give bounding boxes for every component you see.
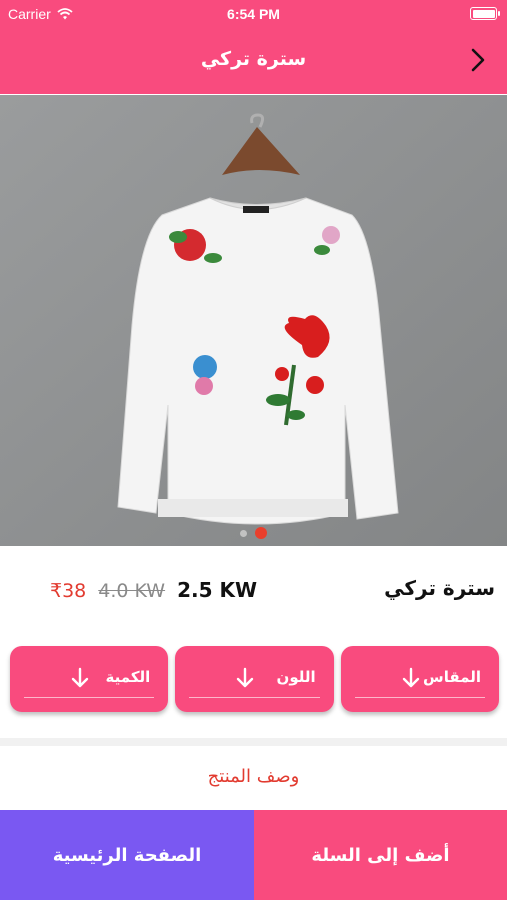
size-select[interactable]: المقاس [340,646,499,712]
sweatshirt-photo [0,95,507,546]
chevron-right-icon [471,48,485,72]
back-button[interactable] [465,46,491,74]
color-select[interactable]: اللون [175,646,334,712]
color-label: اللون [276,668,316,686]
options-row: الكمية اللون المقاس [10,646,499,712]
battery-icon [470,7,500,20]
price-original: 4.0 KW [98,580,166,602]
price-current: 2.5 KW [177,578,258,602]
price-group: ₹38 4.0 KW 2.5 KW [50,578,257,602]
arrow-down-icon [402,667,419,688]
carousel-dot-active[interactable] [255,527,267,539]
nav-bar: سترة تركي [0,28,507,94]
add-to-cart-button[interactable]: أضف إلى السلة [254,810,507,900]
product-summary: سترة تركي ₹38 4.0 KW 2.5 KW [0,556,507,622]
product-name: سترة تركي [384,576,495,600]
bottom-action-bar: الصفحة الرئيسية أضف إلى السلة [0,810,507,900]
carousel-indicator[interactable] [0,527,507,539]
arrow-down-icon [237,667,254,688]
price-rupee: ₹38 [50,580,87,602]
size-label: المقاس [423,668,481,686]
home-button[interactable]: الصفحة الرئيسية [0,810,254,900]
status-time: 6:54 PM [227,6,280,22]
status-bar: Carrier 6:54 PM [0,0,507,28]
arrow-down-icon [71,667,89,688]
carousel-dot[interactable] [240,530,247,537]
quantity-label: الكمية [105,668,151,686]
section-divider [0,738,507,746]
quantity-select[interactable]: الكمية [10,646,169,712]
page-title: سترة تركي [200,48,307,70]
product-image[interactable] [0,95,507,546]
description-title: وصف المنتج [207,766,300,787]
